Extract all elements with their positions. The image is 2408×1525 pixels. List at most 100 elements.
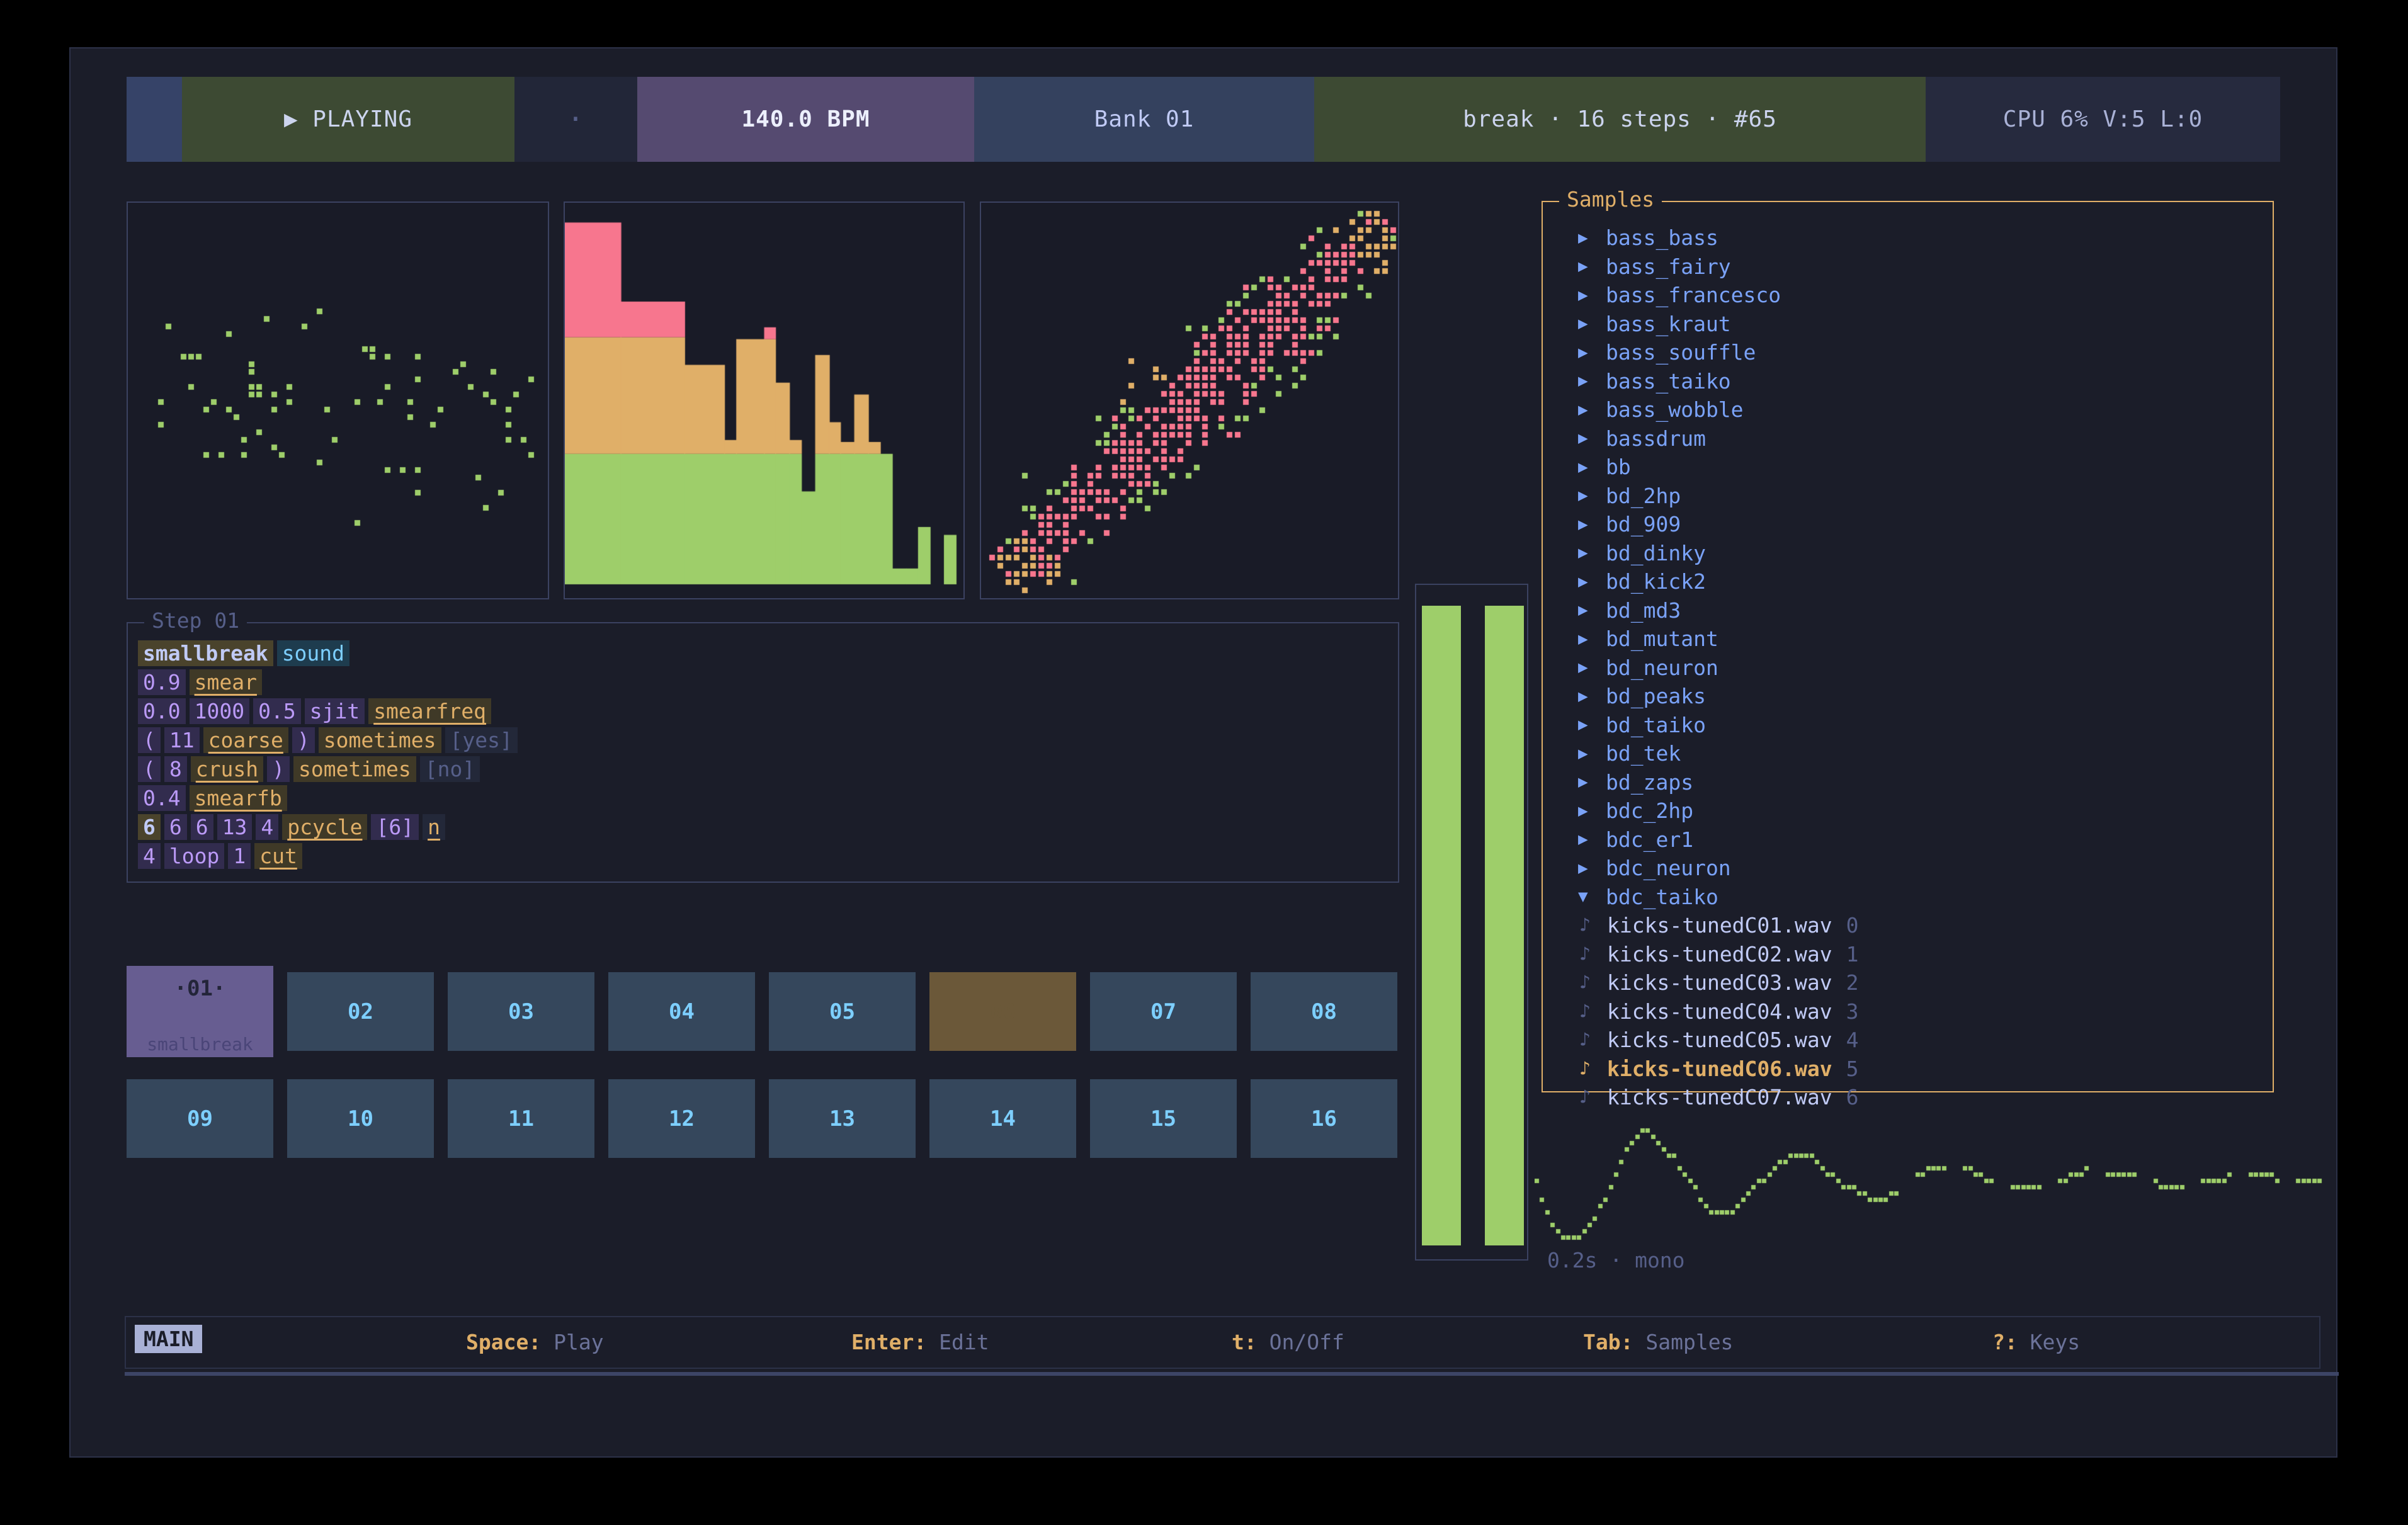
sample-file-kicks-tunedC06.wav[interactable]: ♪kicks-tunedC06.wav5 <box>1543 1055 2273 1084</box>
hint-key: t: <box>1232 1330 1257 1354</box>
sample-file-kicks-tunedC04.wav[interactable]: ♪kicks-tunedC04.wav3 <box>1543 997 2273 1026</box>
code-token[interactable]: 6 <box>164 814 187 840</box>
topbar-segment-pattern[interactable]: break · 16 steps · #65 <box>1314 77 1926 162</box>
step-cell-15[interactable]: 15 <box>1090 1079 1237 1158</box>
sample-dir-bdc_er1[interactable]: ▶bdc_er1 <box>1543 825 2273 854</box>
sample-dir-bass_taiko[interactable]: ▶bass_taiko <box>1543 367 2273 396</box>
code-token[interactable]: 13 <box>217 814 253 840</box>
code-token[interactable]: smearfreq <box>368 698 491 724</box>
sample-dir-bd_md3[interactable]: ▶bd_md3 <box>1543 596 2273 625</box>
code-token[interactable]: n <box>423 814 445 840</box>
step-cell-10[interactable]: 10 <box>287 1079 434 1158</box>
step-cell-04[interactable]: 04 <box>608 972 755 1051</box>
code-token[interactable]: 0.0 <box>138 698 186 724</box>
code-token[interactable]: 11 <box>164 727 200 753</box>
bottom-key-bar: MAIN Space: PlayEnter: Editt: On/OffTab:… <box>125 1316 2320 1369</box>
sample-dir-bdc_2hp[interactable]: ▶bdc_2hp <box>1543 797 2273 825</box>
code-token[interactable]: smear <box>190 669 262 695</box>
sample-file-kicks-tunedC03.wav[interactable]: ♪kicks-tunedC03.wav2 <box>1543 968 2273 997</box>
code-token[interactable]: pcycle <box>282 814 367 840</box>
music-note-icon: ♪ <box>1579 1029 1607 1051</box>
step-cell-14[interactable]: 14 <box>929 1079 1076 1158</box>
sample-file-kicks-tunedC05.wav[interactable]: ♪kicks-tunedC05.wav4 <box>1543 1026 2273 1055</box>
sample-dir-bd_tek[interactable]: ▶bd_tek <box>1543 739 2273 768</box>
code-token[interactable]: 8 <box>164 756 187 782</box>
sample-dir-bd_mutant[interactable]: ▶bd_mutant <box>1543 625 2273 654</box>
sample-file-index: 1 <box>1846 942 1859 967</box>
step-cell-01[interactable]: ·01·smallbreak <box>127 966 273 1057</box>
code-token[interactable]: ( <box>138 756 161 782</box>
code-token[interactable]: smallbreak <box>138 640 273 666</box>
step-number: 05 <box>829 999 855 1024</box>
topbar-segment-transport[interactable]: ▶ PLAYING <box>182 77 514 162</box>
sample-dir-bd_909[interactable]: ▶bd_909 <box>1543 510 2273 539</box>
chevron-right-icon: ▶ <box>1578 486 1606 505</box>
code-token[interactable]: crush <box>191 756 263 782</box>
sample-dir-bass_bass[interactable]: ▶bass_bass <box>1543 224 2273 252</box>
code-token[interactable]: cut <box>254 843 302 869</box>
step-cell-03[interactable]: 03 <box>448 972 594 1051</box>
code-token[interactable]: loop <box>164 843 224 869</box>
sample-dir-bd_neuron[interactable]: ▶bd_neuron <box>1543 654 2273 683</box>
sample-dir-bass_kraut[interactable]: ▶bass_kraut <box>1543 310 2273 339</box>
topbar-segment-bank[interactable]: Bank 01 <box>974 77 1314 162</box>
mode-badge: MAIN <box>135 1325 202 1353</box>
code-token[interactable]: 0.4 <box>138 785 186 811</box>
code-token[interactable]: 1 <box>228 843 251 869</box>
code-token[interactable]: sometimes <box>293 756 416 782</box>
code-token[interactable]: 6 <box>191 814 213 840</box>
sample-dir-bd_taiko[interactable]: ▶bd_taiko <box>1543 711 2273 740</box>
step-cell-09[interactable]: 09 <box>127 1079 273 1158</box>
sample-dir-bass_souffle[interactable]: ▶bass_souffle <box>1543 338 2273 367</box>
sample-file-kicks-tunedC02.wav[interactable]: ♪kicks-tunedC02.wav1 <box>1543 940 2273 969</box>
code-token[interactable]: 6 <box>138 814 161 840</box>
code-token[interactable]: 1000 <box>190 698 249 724</box>
chevron-right-icon: ▶ <box>1578 601 1606 620</box>
code-token[interactable]: ) <box>292 727 315 753</box>
step-cell-13[interactable]: 13 <box>769 1079 916 1158</box>
key-hint-play: Space: Play <box>466 1330 604 1354</box>
code-token[interactable]: ) <box>267 756 290 782</box>
step-cell-16[interactable]: 16 <box>1251 1079 1397 1158</box>
step-cell-08[interactable]: 08 <box>1251 972 1397 1051</box>
sample-dir-bd_zaps[interactable]: ▶bd_zaps <box>1543 768 2273 797</box>
step-cell-05[interactable]: 05 <box>769 972 916 1051</box>
code-token[interactable]: 0.5 <box>253 698 301 724</box>
code-token[interactable]: 4 <box>256 814 278 840</box>
topbar-segment-bpm[interactable]: 140.0 BPM <box>637 77 974 162</box>
code-token[interactable]: ( <box>138 727 161 753</box>
sample-file-index: 5 <box>1846 1057 1859 1081</box>
code-token[interactable]: [yes] <box>445 727 518 753</box>
code-token[interactable]: sjit <box>305 698 365 724</box>
code-token[interactable]: smearfb <box>190 785 287 811</box>
sample-dir-bassdrum[interactable]: ▶bassdrum <box>1543 424 2273 453</box>
step-cell-06[interactable]: 06 <box>929 972 1076 1051</box>
sample-dir-bass_francesco[interactable]: ▶bass_francesco <box>1543 281 2273 310</box>
sample-dir-bd_dinky[interactable]: ▶bd_dinky <box>1543 539 2273 568</box>
code-token[interactable]: coarse <box>203 727 288 753</box>
sample-dir-bb[interactable]: ▶bb <box>1543 453 2273 482</box>
step-cell-12[interactable]: 12 <box>608 1079 755 1158</box>
sample-dir-bd_kick2[interactable]: ▶bd_kick2 <box>1543 567 2273 596</box>
code-token[interactable]: [no] <box>420 756 480 782</box>
step-grid-row-1: ·01·smallbreak02030405060708 <box>127 972 1399 1057</box>
code-token[interactable]: 0.9 <box>138 669 186 695</box>
sample-dir-bass_fairy[interactable]: ▶bass_fairy <box>1543 252 2273 281</box>
sample-dir-bd_peaks[interactable]: ▶bd_peaks <box>1543 682 2273 711</box>
code-token[interactable]: sometimes <box>319 727 441 753</box>
step-cell-02[interactable]: 02 <box>287 972 434 1051</box>
sample-dir-name: bd_2hp <box>1606 484 1681 508</box>
code-token[interactable]: 4 <box>138 843 161 869</box>
step-number: 11 <box>508 1106 534 1131</box>
sample-dir-bdc_neuron[interactable]: ▶bdc_neuron <box>1543 854 2273 883</box>
sample-dir-bd_2hp[interactable]: ▶bd_2hp <box>1543 482 2273 511</box>
sample-dir-bass_wobble[interactable]: ▶bass_wobble <box>1543 395 2273 424</box>
step-cell-11[interactable]: 11 <box>448 1079 594 1158</box>
sample-file-kicks-tunedC01.wav[interactable]: ♪kicks-tunedC01.wav0 <box>1543 911 2273 940</box>
top-status-bar: ▶ PLAYING·140.0 BPMBank 01break · 16 ste… <box>127 77 2320 162</box>
code-token[interactable]: [6] <box>371 814 419 840</box>
key-hint-onoff: t: On/Off <box>1232 1330 1344 1354</box>
code-token[interactable]: sound <box>277 640 349 666</box>
sample-dir-bdc_taiko[interactable]: ▼bdc_taiko <box>1543 883 2273 912</box>
step-cell-07[interactable]: 07 <box>1090 972 1237 1051</box>
